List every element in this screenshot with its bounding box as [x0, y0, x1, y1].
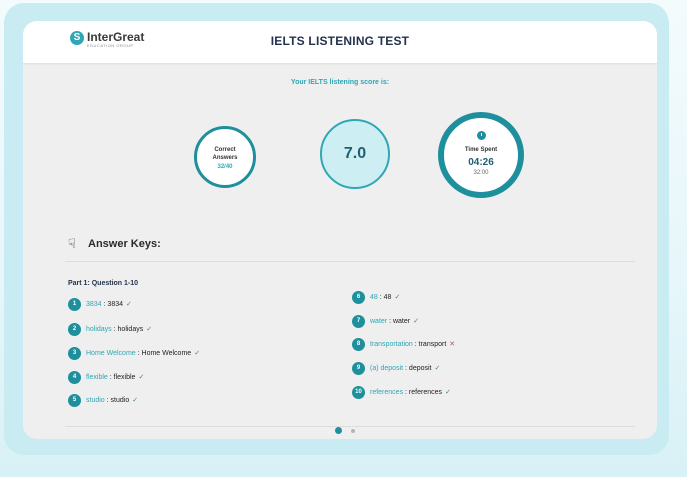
- check-icon: ✓: [138, 374, 145, 381]
- time-spent-label: Time Spent: [464, 147, 498, 153]
- band-score-value: 7.0: [343, 145, 367, 162]
- user-answer: transportation: [370, 341, 413, 348]
- correct-answers-circle: Correct Answers 32/40: [194, 126, 256, 188]
- question-number: 5: [68, 394, 81, 407]
- user-answer: (a) deposit: [370, 365, 404, 372]
- correct-label-line2: Answers: [212, 155, 238, 161]
- divider: [65, 261, 635, 262]
- user-answer: references: [370, 389, 404, 396]
- check-icon: ✓: [126, 301, 132, 308]
- user-answer: 3834: [86, 301, 102, 308]
- correct-key: Home Welcome: [141, 350, 192, 357]
- page-dot[interactable]: [351, 429, 355, 433]
- page-dot-active[interactable]: [335, 427, 342, 434]
- check-icon: ✓: [394, 294, 401, 301]
- correct-key: holidays: [117, 326, 144, 333]
- score-label: Your IELTS listening score is:: [290, 79, 390, 86]
- correct-key: transport: [418, 341, 447, 348]
- question-number: 10: [352, 386, 365, 399]
- user-answer: studio: [86, 397, 105, 404]
- correct-key: 48: [383, 294, 392, 301]
- answer-keys-title: Answer Keys:: [88, 238, 161, 250]
- correct-answers-value: 32/40: [217, 164, 233, 170]
- top-bar: S InterGreat EDUCATION GROUP IELTS LISTE…: [23, 21, 657, 63]
- band-score-circle: 7.0: [320, 119, 390, 189]
- time-spent-circle: Time Spent 04:26 32:00: [438, 112, 524, 198]
- correct-key: references: [408, 389, 442, 396]
- question-number: 2: [68, 323, 81, 336]
- check-icon: ✓: [132, 397, 139, 404]
- check-icon: ✓: [146, 326, 153, 333]
- user-answer: 48: [370, 294, 378, 301]
- device-frame: S InterGreat EDUCATION GROUP IELTS LISTE…: [4, 3, 669, 455]
- hand-icon: ☟: [68, 236, 76, 251]
- screen: S InterGreat EDUCATION GROUP IELTS LISTE…: [23, 21, 657, 439]
- correct-key: deposit: [408, 365, 432, 372]
- part-title: Part 1: Question 1-10: [68, 280, 139, 287]
- question-number: 9: [352, 362, 365, 375]
- user-answer: water: [370, 318, 388, 325]
- user-answer: holidays: [86, 326, 112, 333]
- cross-icon: ✕: [449, 341, 456, 348]
- clock-icon: [477, 131, 486, 140]
- check-icon: ✓: [413, 318, 419, 325]
- time-total: 32:00: [473, 170, 489, 176]
- bottom-divider: [65, 426, 635, 427]
- correct-label-line1: Correct: [214, 147, 236, 153]
- question-number: 3: [68, 347, 81, 360]
- check-icon: ✓: [434, 365, 441, 372]
- correct-key: flexible: [113, 374, 136, 381]
- correct-key: studio: [110, 397, 130, 404]
- user-answer: flexible: [86, 374, 108, 381]
- check-icon: ✓: [445, 389, 451, 396]
- correct-key: 3834: [107, 301, 123, 308]
- question-number: 4: [68, 371, 81, 384]
- correct-key: water: [392, 318, 411, 325]
- time-spent-value: 04:26: [468, 157, 494, 168]
- question-number: 1: [68, 298, 81, 311]
- check-icon: ✓: [194, 350, 201, 357]
- question-number: 6: [352, 291, 365, 304]
- question-number: 8: [352, 338, 365, 351]
- page-title: IELTS LISTENING TEST: [270, 34, 410, 48]
- user-answer: Home Welcome: [86, 350, 136, 357]
- question-number: 7: [352, 315, 365, 328]
